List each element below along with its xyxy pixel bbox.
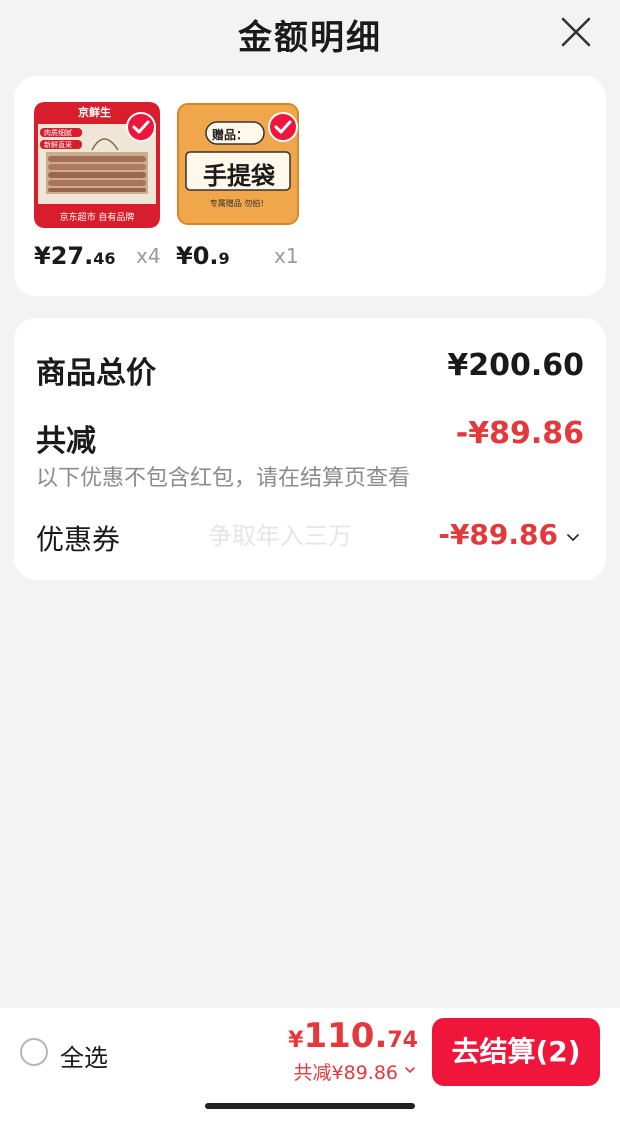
chevron-down-icon[interactable] — [566, 532, 580, 542]
price-decimal: 46 — [93, 249, 116, 268]
sheet-header: 金额明细 — [0, 0, 620, 66]
gift-sub-text: 专属赠品 勿拍！ — [209, 199, 269, 208]
total-price-label: 商品总价 — [36, 356, 156, 391]
total-price-value: ¥200.60 — [447, 348, 584, 383]
products-card: 京鲜生 肉质细腻 新鲜直采 京东超市 自有品牌 ¥27.46 x4 赠品： 手提… — [14, 76, 606, 296]
total-reduce-label: 共减 — [36, 424, 96, 459]
payable-total: ¥110.74 — [288, 1016, 418, 1056]
watermark-text: 争取年入三万 — [208, 522, 352, 550]
product-item[interactable]: 赠品： 手提袋 专属赠品 勿拍！ ¥0.9 x1 — [176, 102, 306, 272]
price-int: ¥0. — [176, 242, 219, 270]
total-reduce-value: -¥89.86 — [455, 416, 584, 451]
price-int: ¥27. — [34, 242, 94, 270]
price-decimal: 9 — [218, 249, 230, 268]
coupon-value[interactable]: -¥89.86 — [438, 518, 558, 551]
product-quantity: x1 — [274, 244, 299, 268]
price-summary-card: 商品总价 ¥200.60 共减 -¥89.86 以下优惠不包含红包，请在结算页查… — [14, 318, 606, 580]
currency-symbol: ¥ — [288, 1028, 304, 1053]
payable-decimal: 74 — [387, 1028, 418, 1053]
amount-details-sheet: 金额明细 京鲜生 肉质细腻 新鲜直采 京东超市 自有品牌 ¥27.46 x4 赠… — [0, 0, 620, 1124]
brand-footer: 京东超市 自有品牌 — [59, 213, 135, 223]
tag-2: 新鲜直采 — [44, 141, 72, 149]
chevron-down-icon[interactable] — [404, 1066, 416, 1075]
gift-main-text: 手提袋 — [203, 161, 275, 190]
product-price: ¥0.9 — [176, 242, 230, 270]
home-indicator[interactable] — [205, 1103, 415, 1109]
checkmark-icon[interactable] — [126, 112, 156, 142]
product-quantity: x4 — [136, 244, 161, 268]
gift-label: 赠品： — [212, 128, 249, 142]
page-title: 金额明细 — [238, 18, 382, 58]
tag-1: 肉质细腻 — [44, 129, 72, 137]
product-item[interactable]: 京鲜生 肉质细腻 新鲜直采 京东超市 自有品牌 ¥27.46 x4 — [34, 102, 164, 272]
select-all-radio[interactable] — [20, 1038, 48, 1066]
discount-note: 以下优惠不包含红包，请在结算页查看 — [36, 466, 411, 491]
brand-label: 京鲜生 — [78, 106, 111, 119]
product-image-gift-bag[interactable]: 赠品： 手提袋 专属赠品 勿拍！ — [176, 102, 302, 228]
product-price: ¥27.46 — [34, 242, 115, 270]
product-image-sweet-potato[interactable]: 京鲜生 肉质细腻 新鲜直采 京东超市 自有品牌 — [34, 102, 160, 228]
select-all-label[interactable]: 全选 — [60, 1038, 108, 1073]
payable-reduce[interactable]: 共减¥89.86 — [294, 1058, 398, 1085]
checkout-button[interactable]: 去结算(2) — [432, 1018, 600, 1086]
payable-int: 110. — [303, 1016, 388, 1056]
coupon-label[interactable]: 优惠券 — [36, 518, 120, 558]
checkmark-icon[interactable] — [268, 112, 298, 142]
close-icon[interactable] — [556, 12, 596, 52]
